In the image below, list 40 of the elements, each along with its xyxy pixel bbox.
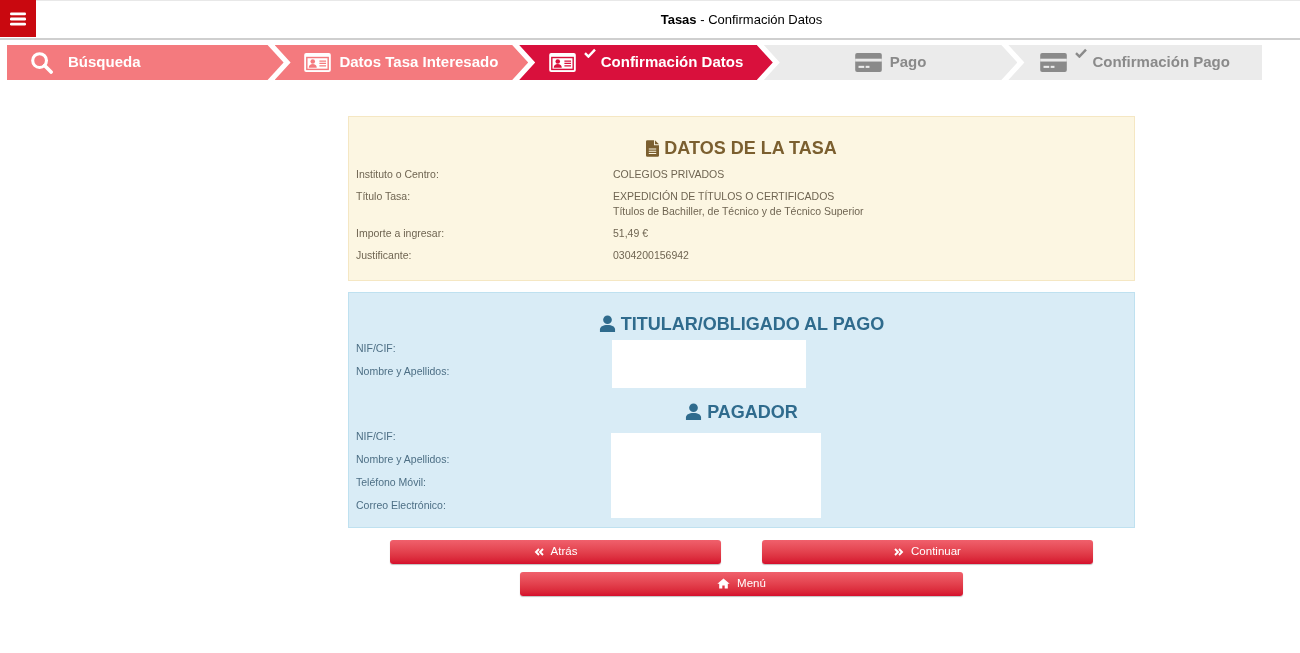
id-card-icon (548, 53, 576, 72)
step-label: Búsqueda (68, 52, 141, 73)
field-value: EXPEDICIÓN DE TÍTULOS O CERTIFICADOS (613, 188, 836, 204)
section-heading: PAGADOR (707, 400, 798, 424)
field-value: Títulos de Bachiller, de Técnico y de Técnico Superior (613, 203, 864, 219)
section-heading: DATOS DE LA TASA (664, 137, 837, 160)
document-icon (646, 139, 660, 157)
menu-button[interactable] (0, 0, 36, 37)
nav-button[interactable]: Menú (520, 571, 963, 596)
field-label: NIF/CIF: (356, 341, 397, 356)
credit-card-icon (854, 53, 882, 72)
field-value: 0304200156942 (613, 247, 689, 263)
id-card-icon (304, 53, 332, 72)
field-label: Correo Electrónico: (356, 498, 447, 513)
field-label: Instituto o Centro: (356, 166, 440, 182)
field-label: Nombre y Apellidos: (356, 364, 451, 379)
home-icon (717, 578, 731, 589)
user-icon (685, 403, 703, 420)
menu-icon (10, 11, 26, 26)
field-value: 51,49 € (613, 225, 649, 241)
field-value: COLEGIOS PRIVADOS (613, 166, 725, 182)
field-label: Justificante: (356, 247, 413, 263)
field-label: Importe a ingresar: (356, 225, 446, 241)
double-chevron-left-icon (533, 547, 544, 556)
user-icon (598, 315, 616, 332)
nav-button[interactable]: Atrás (390, 539, 721, 564)
step-label: Confirmación Pago (1092, 52, 1230, 73)
search-icon (30, 51, 53, 74)
field-label: Título Tasa: (356, 188, 412, 204)
step-label: Confirmación Datos (600, 52, 744, 73)
nav-button[interactable]: Continuar (762, 539, 1093, 564)
section-heading: TITULAR/OBLIGADO AL PAGO (620, 312, 885, 336)
page-title: Tasas - Confirmación Datos (659, 10, 824, 29)
step-label: Datos Tasa Interesado (339, 52, 499, 73)
step-label: Pago (889, 52, 927, 73)
credit-card-icon (1040, 53, 1068, 72)
field-label: NIF/CIF: (356, 429, 397, 444)
field-label: Nombre y Apellidos: (356, 452, 451, 467)
double-chevron-right-icon (894, 547, 905, 556)
field-label: Teléfono Móvil: (356, 475, 428, 490)
